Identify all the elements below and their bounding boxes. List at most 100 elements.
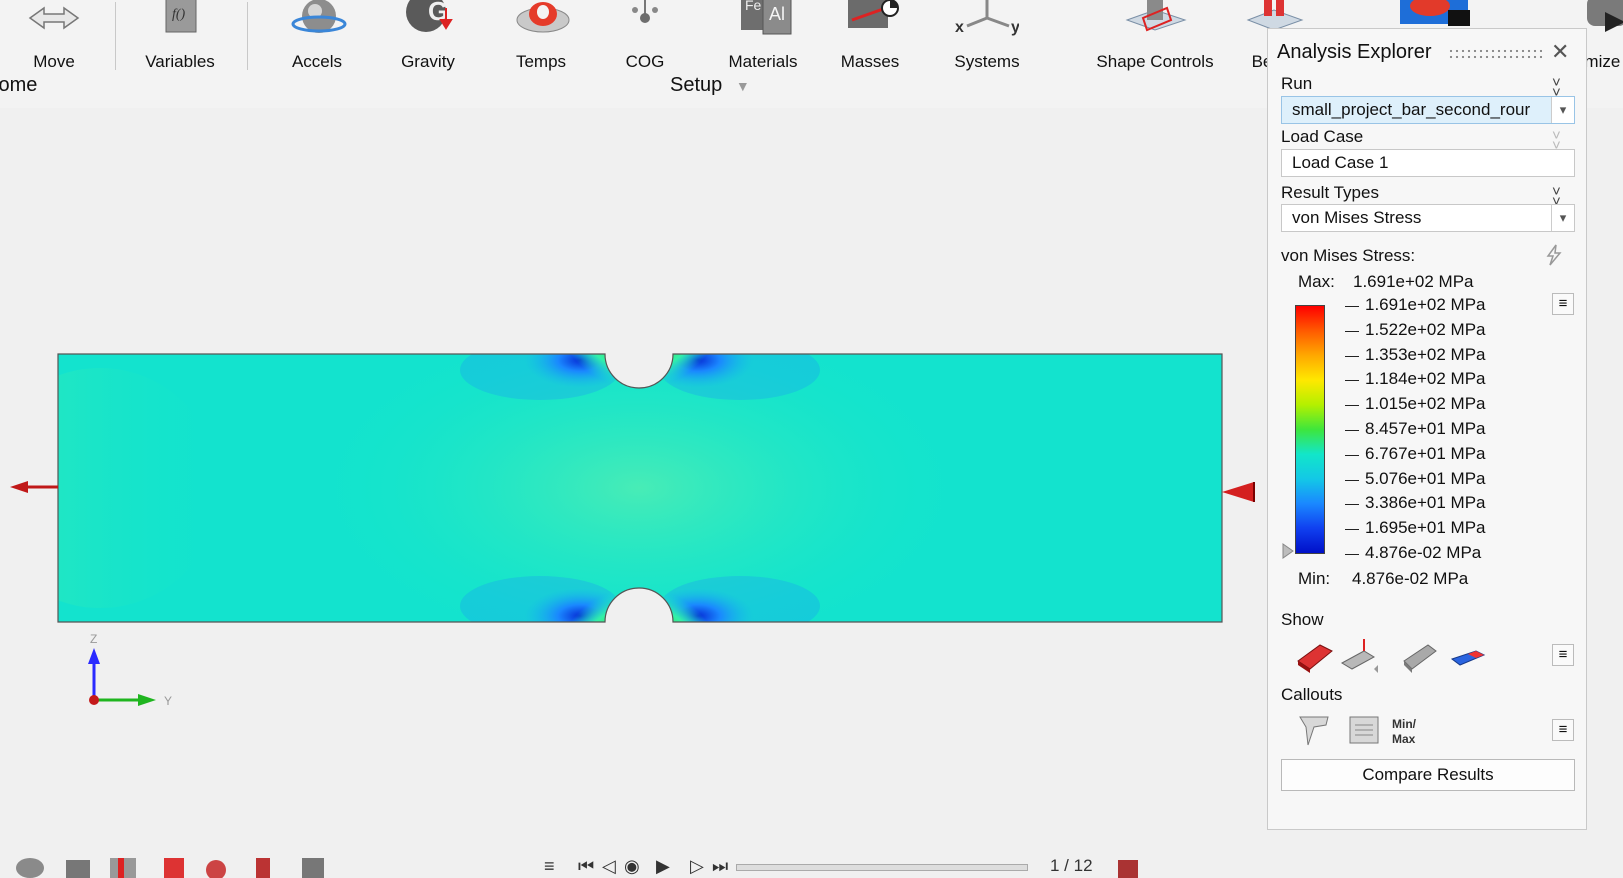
legend-level-label: 6.767e+01 MPa — [1365, 444, 1486, 464]
first-frame-icon[interactable]: ⏮ — [578, 856, 594, 877]
temps-icon — [509, 0, 573, 44]
chevron-down-icon[interactable]: ▾ — [1551, 97, 1574, 123]
close-icon[interactable]: ✕ — [1551, 39, 1569, 65]
frame-counter: 1 / 12 — [1050, 856, 1093, 876]
run-select[interactable]: small_project_bar_second_rour ▾ — [1281, 96, 1575, 124]
legend-max-label: Max: — [1298, 272, 1335, 292]
contour-plot[interactable]: Z Y — [0, 108, 1268, 823]
run-collapse-chevron-icon[interactable]: ˅˅ — [1552, 78, 1561, 98]
result-types-label: Result Types — [1281, 183, 1379, 203]
legend-tick — [1345, 529, 1359, 530]
legend-level-label: 5.076e+01 MPa — [1365, 469, 1486, 489]
show-model-icon[interactable] — [1400, 639, 1440, 673]
callout-probe-icon[interactable] — [1294, 713, 1334, 747]
legend-tick — [1345, 455, 1359, 456]
move-tool[interactable]: Move — [18, 0, 90, 78]
last-frame-icon[interactable]: ⏭ — [712, 856, 728, 877]
axis-triad: Z Y — [88, 632, 172, 708]
step-forward-icon[interactable]: ▷ — [690, 856, 704, 877]
triad-y-label: Y — [164, 694, 172, 708]
menu-icon[interactable]: ≡ — [544, 856, 555, 877]
legend-tick — [1345, 306, 1359, 307]
gravity-tool[interactable]: G Gravity — [390, 0, 466, 78]
cog-icon — [613, 0, 677, 44]
compare-results-button[interactable]: Compare Results — [1281, 759, 1575, 791]
legend-level-label: 8.457e+01 MPa — [1365, 419, 1486, 439]
camera-icon[interactable] — [62, 852, 94, 878]
legend-level-label: 1.353e+02 MPa — [1365, 345, 1486, 365]
legend-title: von Mises Stress: — [1281, 246, 1415, 266]
legend-menu-button[interactable]: ≡ — [1552, 293, 1574, 315]
run-analysis-icon[interactable] — [1400, 0, 1480, 28]
callouts-label: Callouts — [1281, 685, 1342, 705]
section-cut-icon[interactable] — [106, 852, 138, 878]
triad-z-label: Z — [90, 632, 97, 646]
callouts-menu-button[interactable]: ≡ — [1552, 719, 1574, 741]
shape-controls-tool[interactable]: Shape Controls — [1090, 0, 1220, 78]
lightning-icon[interactable] — [1544, 244, 1564, 266]
step-back-icon[interactable]: ◁ — [602, 856, 616, 877]
gravity-icon: G — [396, 0, 460, 44]
masses-tool[interactable]: Masses — [832, 0, 908, 78]
systems-tool[interactable]: x y Systems — [946, 0, 1028, 78]
animation-slider[interactable] — [736, 864, 1028, 871]
setup-dropdown-icon[interactable]: ▼ — [736, 78, 750, 94]
probe-icon[interactable] — [248, 852, 280, 878]
load-case-field[interactable]: Load Case 1 — [1281, 149, 1575, 177]
show-label: Show — [1281, 610, 1324, 630]
legend-min-value: 4.876e-02 MPa — [1352, 569, 1468, 589]
legend-tick — [1345, 331, 1359, 332]
legend-color-bar — [1295, 305, 1325, 554]
variables-tool[interactable]: f() Variables — [140, 0, 220, 78]
panel-drag-handle[interactable] — [1448, 48, 1542, 60]
show-undeformed-icon[interactable] — [1340, 639, 1380, 673]
view-cube-icon[interactable] — [296, 852, 328, 878]
legend-tick — [1345, 405, 1359, 406]
temps-tool[interactable]: Temps — [503, 0, 579, 78]
show-contour-icon[interactable] — [1448, 639, 1488, 673]
right-support-arrow[interactable] — [1222, 482, 1254, 502]
result-type-select[interactable]: von Mises Stress ▾ — [1281, 204, 1575, 232]
svg-text:x: x — [955, 19, 964, 36]
analysis-explorer-panel: Analysis Explorer ✕ Run ˅˅ small_project… — [1267, 28, 1587, 830]
load-case-label: Load Case — [1281, 127, 1363, 147]
color-by-icon[interactable] — [158, 852, 190, 878]
legend-level-label: 1.015e+02 MPa — [1365, 394, 1486, 414]
callout-minmax-button[interactable]: Min/ Max — [1392, 717, 1432, 747]
isolate-icon[interactable] — [200, 852, 232, 878]
callout-note-icon[interactable] — [1344, 713, 1384, 747]
plate-mesh[interactable] — [0, 318, 1222, 658]
legend-pointer-icon[interactable] — [1282, 543, 1294, 559]
legend-level-label: 4.876e-02 MPa — [1365, 543, 1481, 563]
legend-level-label: 1.691e+02 MPa — [1365, 295, 1486, 315]
load-case-collapse-chevron-icon[interactable]: ˅˅ — [1552, 131, 1561, 151]
legend-tick — [1345, 554, 1359, 555]
variables-icon: f() — [148, 0, 212, 44]
animation-settings-icon[interactable] — [1112, 852, 1144, 878]
left-force-arrow[interactable] — [10, 481, 58, 493]
legend-level-label: 1.695e+01 MPa — [1365, 518, 1486, 538]
play-icon[interactable]: ▶ — [656, 856, 670, 877]
record-icon[interactable]: ◉ — [624, 856, 640, 877]
bottom-toolbar: ≡ ⏮ ◁ ◉ ▶ ▷ ⏭ 1 / 12 — [0, 850, 1623, 876]
accels-tool[interactable]: Accels — [280, 0, 354, 78]
view-eye-icon[interactable] — [14, 852, 46, 878]
ribbon-separator — [115, 2, 116, 70]
shape-controls-icon — [1123, 0, 1187, 44]
materials-icon: Fe Al — [731, 0, 795, 44]
legend-level-label: 3.386e+01 MPa — [1365, 493, 1486, 513]
setup-group-label[interactable]: Setup ▼ — [670, 74, 750, 97]
legend-tick — [1345, 356, 1359, 357]
materials-tool[interactable]: Fe Al Materials — [722, 0, 804, 78]
show-menu-button[interactable]: ≡ — [1552, 644, 1574, 666]
accels-icon — [285, 0, 349, 44]
panel-title: Analysis Explorer — [1277, 41, 1432, 64]
masses-icon — [838, 0, 902, 44]
svg-text:Al: Al — [769, 4, 785, 24]
show-deformed-icon[interactable] — [1294, 639, 1334, 673]
cog-tool[interactable]: COG — [610, 0, 680, 78]
chevron-down-icon[interactable]: ▾ — [1551, 205, 1574, 231]
run-label: Run — [1281, 74, 1312, 94]
svg-text:f(): f() — [172, 7, 186, 22]
model-viewport[interactable]: Z Y — [0, 108, 1268, 823]
